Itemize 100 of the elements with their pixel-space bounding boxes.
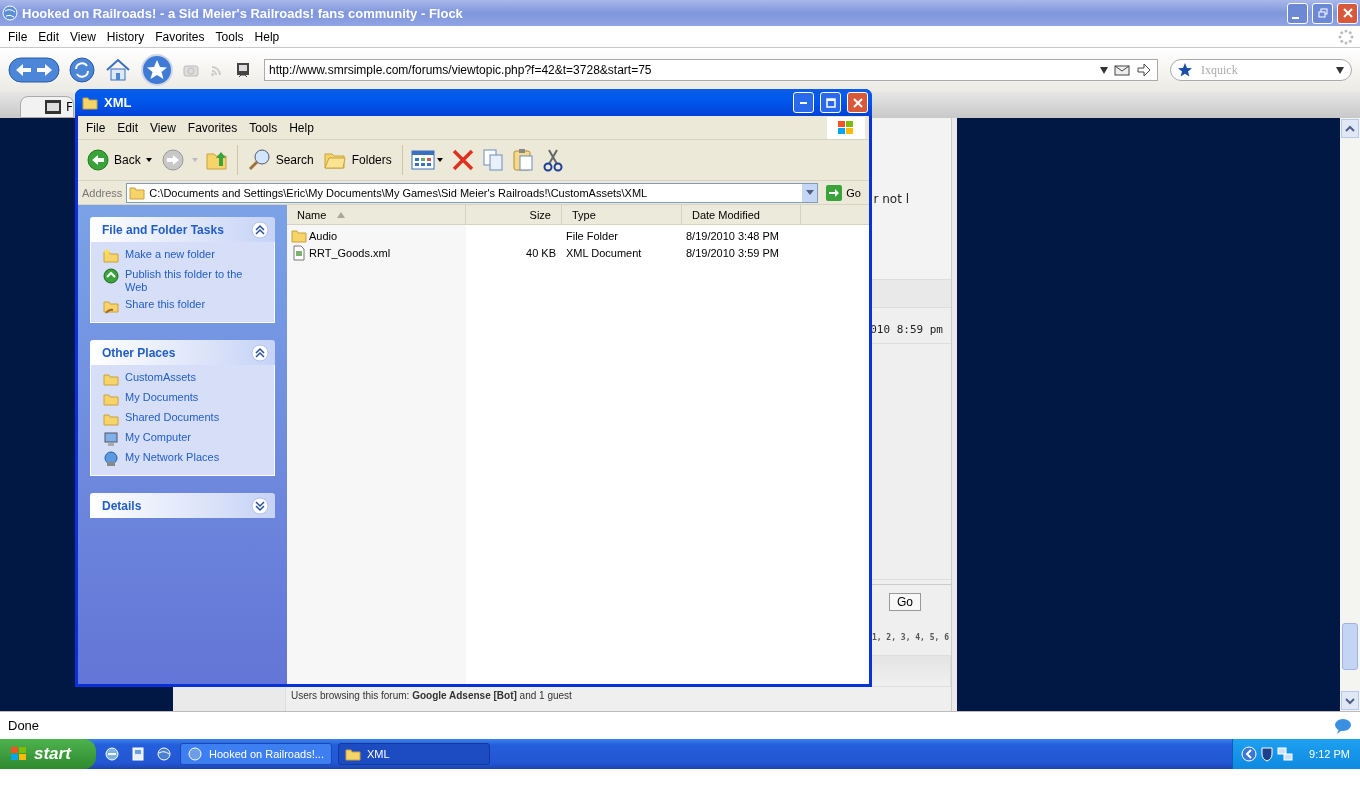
- menu-item[interactable]: Favorites: [153, 29, 214, 44]
- star-icon: [1177, 62, 1193, 78]
- site-logo-icon: [45, 99, 61, 115]
- status-text: Done: [8, 718, 40, 733]
- desktop-icon[interactable]: [130, 746, 146, 762]
- dropdown-button[interactable]: [802, 183, 818, 202]
- post-text: r not l: [873, 191, 909, 206]
- file-type: File Folder: [566, 229, 618, 242]
- menu-item[interactable]: View: [146, 120, 184, 135]
- menu-item[interactable]: Help: [252, 29, 289, 44]
- address-field[interactable]: C:\Documents and Settings\Eric\My Documents\My Games\Sid Meier's Railroads!\CustomAssets\XML: [126, 182, 819, 203]
- scrollbar[interactable]: [1340, 118, 1360, 711]
- maximize-icon: [825, 97, 836, 108]
- minimize-button[interactable]: [1287, 2, 1308, 24]
- chevron-icon: [251, 220, 269, 239]
- task-link[interactable]: My Documents: [125, 391, 199, 404]
- menu-item[interactable]: View: [68, 29, 105, 44]
- sort-arrow-icon: [336, 210, 347, 219]
- minimize-icon: [1292, 16, 1299, 19]
- go-button[interactable]: Go: [889, 593, 921, 612]
- task-link[interactable]: My Computer: [125, 431, 192, 444]
- folder-icon: [345, 746, 361, 762]
- column-header[interactable]: Name: [287, 205, 466, 224]
- close-button[interactable]: [1337, 2, 1358, 24]
- chat-bubble-icon[interactable]: [1334, 716, 1352, 735]
- menu-item[interactable]: Tools: [245, 120, 286, 135]
- back-forward-icon[interactable]: [8, 56, 60, 84]
- paste-icon[interactable]: [510, 148, 535, 172]
- column-header[interactable]: Date Modified: [682, 205, 801, 224]
- file-size: 40 KB: [526, 246, 556, 259]
- folder-icon: [103, 411, 119, 427]
- window-title: Hooked on Railroads! - a Sid Meier's Railroads! fans community - Flock: [22, 5, 463, 21]
- dropdown-arrow-icon: [805, 189, 814, 196]
- computer-icon: [103, 431, 119, 447]
- restore-button[interactable]: [1312, 2, 1333, 24]
- task-panel-header[interactable]: Other Places: [90, 340, 275, 365]
- file-name[interactable]: Audio: [309, 229, 338, 242]
- search-button[interactable]: Search: [245, 148, 316, 172]
- scroll-down-button[interactable]: [1341, 691, 1359, 710]
- dropdown-arrow-icon[interactable]: [1099, 65, 1109, 75]
- shared-folder-icon: [103, 298, 119, 314]
- page-links[interactable]: 1, 2, 3, 4, 5, 6: [871, 633, 949, 643]
- network-icon[interactable]: [1277, 746, 1294, 762]
- refresh-icon[interactable]: [68, 56, 96, 84]
- views-icon[interactable]: [410, 148, 445, 172]
- window-title: XML: [104, 95, 132, 110]
- windows-logo-icon: [827, 116, 865, 139]
- taskbar-button[interactable]: Hooked on Railroads!...: [180, 743, 332, 765]
- menu-item[interactable]: Tools: [213, 29, 253, 44]
- close-icon: [852, 97, 863, 108]
- go-arrow-icon[interactable]: [1135, 61, 1153, 79]
- maximize-button[interactable]: [820, 92, 841, 113]
- menu-item[interactable]: Help: [285, 120, 322, 135]
- file-date: 8/19/2010 3:59 PM: [686, 246, 779, 259]
- clock: 9:12 PM: [1309, 748, 1350, 760]
- task-panel-header[interactable]: File and Folder Tasks: [90, 217, 275, 242]
- address-field[interactable]: http://www.smrsimple.com/forums/viewtopic.php?f=42&t=3728&start=75: [264, 59, 1158, 81]
- column-header[interactable]: Type: [562, 205, 682, 224]
- document-icon: [291, 244, 307, 261]
- scroll-thumb[interactable]: [1342, 623, 1358, 670]
- forward-icon[interactable]: [160, 148, 185, 172]
- file-name[interactable]: RRT_Goods.xml: [309, 246, 391, 259]
- dropdown-arrow-icon[interactable]: [1335, 65, 1345, 75]
- folders-button[interactable]: Folders: [321, 148, 394, 172]
- column-header[interactable]: Size: [466, 205, 562, 224]
- task-link[interactable]: Shared Documents: [125, 411, 220, 424]
- menu-item[interactable]: File: [82, 120, 114, 135]
- browser-tab[interactable]: F: [20, 96, 74, 118]
- new-folder-icon: [103, 248, 119, 264]
- chevron-down-icon: [1345, 696, 1355, 705]
- shield-icon[interactable]: [1259, 746, 1276, 762]
- site-icon[interactable]: [234, 61, 252, 79]
- go-button[interactable]: Go: [822, 184, 865, 201]
- browser-icon[interactable]: [104, 746, 120, 762]
- menu-item[interactable]: Edit: [113, 120, 147, 135]
- taskbar-button[interactable]: XML: [338, 743, 490, 765]
- close-button[interactable]: [847, 92, 868, 113]
- file-type: XML Document: [566, 246, 642, 259]
- task-link[interactable]: Share this folder: [125, 298, 206, 311]
- menu-item[interactable]: File: [6, 29, 37, 44]
- search-icon: [247, 148, 272, 172]
- minimize-icon: [800, 101, 807, 104]
- task-link[interactable]: My Network Places: [125, 451, 220, 464]
- task-link[interactable]: Publish this folder to the Web: [125, 268, 264, 294]
- loading-icon: [1338, 28, 1354, 45]
- scroll-up-button[interactable]: [1341, 119, 1359, 138]
- home-icon[interactable]: [104, 56, 132, 84]
- menu-item[interactable]: Favorites: [183, 120, 246, 135]
- task-link[interactable]: Make a new folder: [125, 248, 215, 261]
- chevron-left-icon[interactable]: [1241, 746, 1258, 762]
- menu-item[interactable]: Edit: [36, 29, 69, 44]
- back-button[interactable]: Back: [84, 148, 155, 172]
- task-panel-header[interactable]: Details: [90, 493, 275, 518]
- windows-logo-icon: [10, 745, 28, 763]
- folder-icon: [82, 94, 98, 111]
- menu-item[interactable]: History: [104, 29, 154, 44]
- minimize-button[interactable]: [793, 92, 814, 113]
- file-date: 8/19/2010 3:48 PM: [686, 229, 779, 242]
- task-link[interactable]: CustomAssets: [125, 371, 196, 384]
- delete-icon[interactable]: [450, 148, 475, 172]
